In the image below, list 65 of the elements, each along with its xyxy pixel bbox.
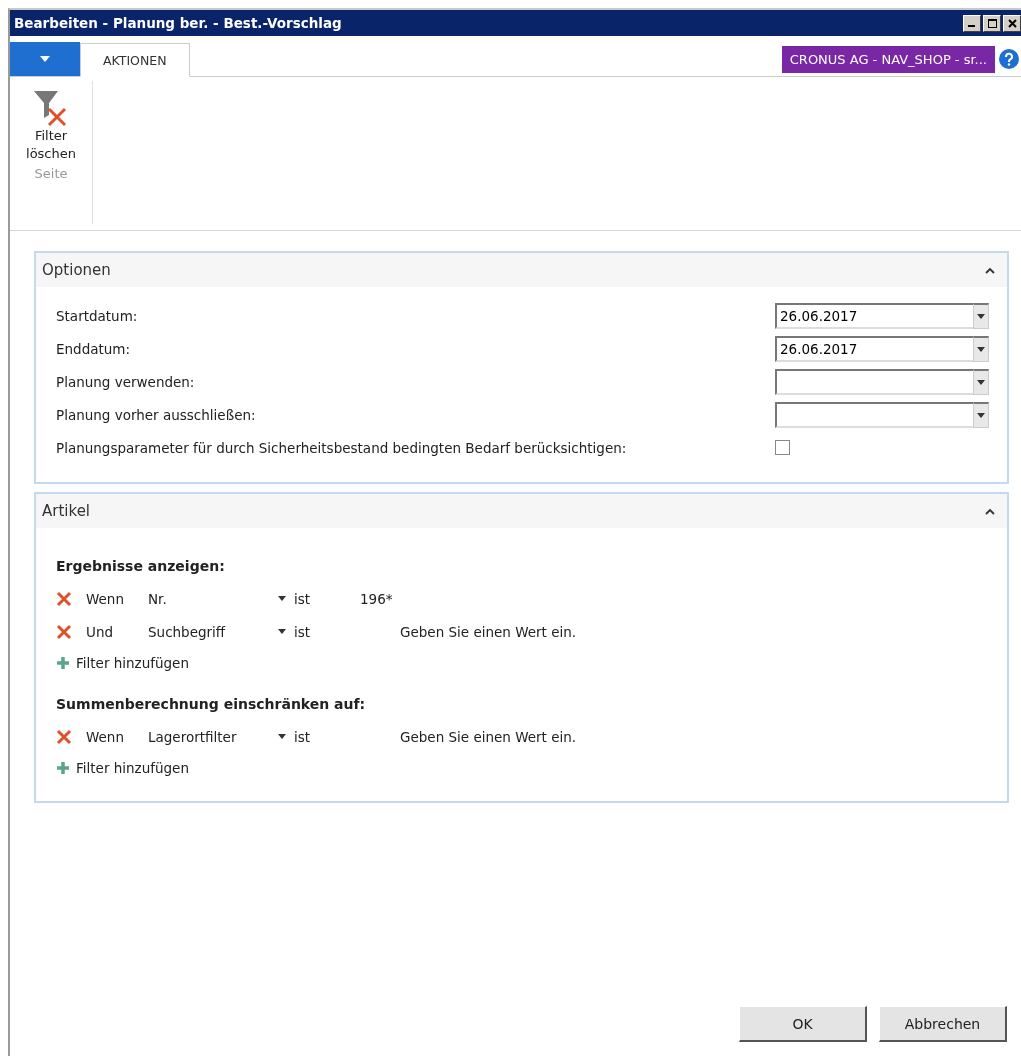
date-field[interactable]: 26.06.2017	[775, 302, 973, 329]
remove-filter-button[interactable]	[56, 728, 74, 745]
plus-icon	[56, 761, 70, 775]
panel-title: Artikel	[42, 502, 91, 520]
conjunction-label: Und	[86, 623, 114, 640]
operator-label: ist	[294, 623, 312, 640]
maximize-button[interactable]	[983, 14, 1001, 32]
filter-value-field[interactable]: Geben Sie einen Wert ein.	[398, 727, 662, 746]
dropdown-button[interactable]	[973, 401, 989, 428]
conjunction-label: Wenn	[86, 590, 125, 607]
filter-field-dropdown[interactable]: Suchbegriff	[148, 623, 286, 640]
field-label: Startdatum:	[56, 307, 139, 324]
remove-filter-button[interactable]	[56, 590, 74, 607]
maximize-icon	[987, 18, 997, 28]
caret-icon	[977, 346, 985, 352]
caret-icon	[977, 412, 985, 418]
dropdown-button[interactable]	[973, 368, 989, 395]
dropdown-button[interactable]	[973, 302, 989, 329]
help-icon[interactable]	[999, 49, 1019, 69]
remove-icon	[56, 623, 72, 640]
select-field[interactable]	[775, 401, 973, 428]
filter-field-dropdown[interactable]: Nr.	[148, 590, 286, 607]
chevron-icon	[985, 507, 995, 515]
ribbon-tab[interactable]: AKTIONEN	[80, 43, 190, 77]
select-field[interactable]	[775, 368, 973, 395]
dialog-button[interactable]: Abbrechen	[879, 1006, 1007, 1042]
caret-icon	[278, 596, 286, 601]
field-label: Planung verwenden:	[56, 373, 196, 390]
filter-value-field[interactable]: Geben Sie einen Wert ein.	[398, 622, 662, 641]
remove-filter-button[interactable]	[56, 623, 74, 640]
caret-icon	[278, 629, 286, 634]
remove-icon	[56, 728, 72, 745]
dropdown-icon	[40, 56, 50, 62]
dropdown-button[interactable]	[973, 335, 989, 362]
minimize-button[interactable]	[963, 14, 981, 32]
group-label: Seite	[34, 166, 68, 182]
remove-icon	[56, 590, 72, 607]
filter-heading: Summenberechnung einschränken auf:	[56, 696, 367, 712]
date-field[interactable]: 26.06.2017	[775, 335, 973, 362]
filter-heading: Ergebnisse anzeigen:	[56, 558, 226, 574]
close-icon	[1007, 18, 1017, 28]
collapse-button[interactable]	[985, 266, 995, 274]
filter-field-dropdown[interactable]: Lagerortfilter	[148, 728, 286, 745]
close-button[interactable]	[1003, 14, 1021, 32]
plus-icon	[56, 656, 70, 670]
caret-icon	[977, 313, 985, 319]
checkbox[interactable]	[775, 440, 790, 455]
window-title: Bearbeiten - Planung ber. - Best.-Vorschlag	[14, 15, 342, 31]
chevron-icon	[985, 266, 995, 274]
caret-icon	[977, 379, 985, 385]
filter-value-field[interactable]: 196*	[358, 589, 622, 608]
operator-label: ist	[294, 590, 312, 607]
caret-icon	[278, 734, 286, 739]
add-filter-button[interactable]: Filter hinzufügen	[56, 753, 991, 783]
company-badge: CRONUS AG - NAV_SHOP - sr...	[781, 45, 995, 73]
conjunction-label: Wenn	[86, 728, 125, 745]
field-label: Planungsparameter für durch Sicherheitsbestand bedingten Bedarf berücksichtigen:	[56, 439, 628, 456]
dialog-button[interactable]: OK	[739, 1006, 867, 1042]
collapse-button[interactable]	[985, 507, 995, 515]
add-filter-button[interactable]: Filter hinzufügen	[56, 648, 991, 678]
operator-label: ist	[294, 728, 312, 745]
field-label: Planung vorher ausschließen:	[56, 406, 257, 423]
clear-filter-button[interactable]: Filter löschen	[16, 89, 86, 163]
panel-title: Optionen	[42, 261, 111, 279]
field-label: Enddatum:	[56, 340, 132, 357]
